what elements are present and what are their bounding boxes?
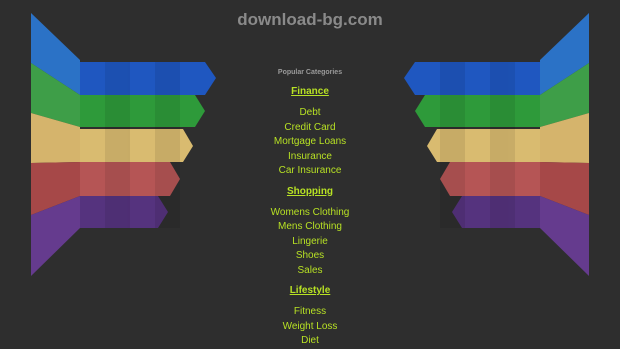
link-diet[interactable]: Diet (210, 334, 410, 349)
link-lingerie[interactable]: Lingerie (210, 235, 410, 250)
categories-panel: Popular Categories Finance Debt Credit C… (210, 66, 410, 349)
category-lifestyle: Lifestyle Fitness Weight Loss Diet (210, 283, 410, 349)
link-insurance[interactable]: Insurance (210, 150, 410, 165)
category-heading-finance[interactable]: Finance (210, 84, 410, 99)
category-heading-shopping[interactable]: Shopping (210, 184, 410, 199)
link-mortgage-loans[interactable]: Mortgage Loans (210, 135, 410, 150)
link-car-insurance[interactable]: Car Insurance (210, 164, 410, 179)
left-arrow-green (80, 95, 205, 127)
left-arrow-blue (80, 62, 216, 95)
category-finance: Finance Debt Credit Card Mortgage Loans … (210, 84, 410, 179)
link-debt[interactable]: Debt (210, 106, 410, 121)
link-credit-card[interactable]: Credit Card (210, 121, 410, 136)
category-shopping: Shopping Womens Clothing Mens Clothing L… (210, 184, 410, 279)
right-arrow-green (415, 95, 540, 127)
link-shoes[interactable]: Shoes (210, 249, 410, 264)
link-fitness[interactable]: Fitness (210, 305, 410, 320)
link-womens-clothing[interactable]: Womens Clothing (210, 206, 410, 221)
link-mens-clothing[interactable]: Mens Clothing (210, 220, 410, 235)
category-heading-lifestyle[interactable]: Lifestyle (210, 283, 410, 298)
link-weight-loss[interactable]: Weight Loss (210, 320, 410, 335)
popular-categories-label: Popular Categories (277, 69, 343, 76)
link-sales[interactable]: Sales (210, 264, 410, 279)
right-arrow-blue (404, 62, 540, 95)
